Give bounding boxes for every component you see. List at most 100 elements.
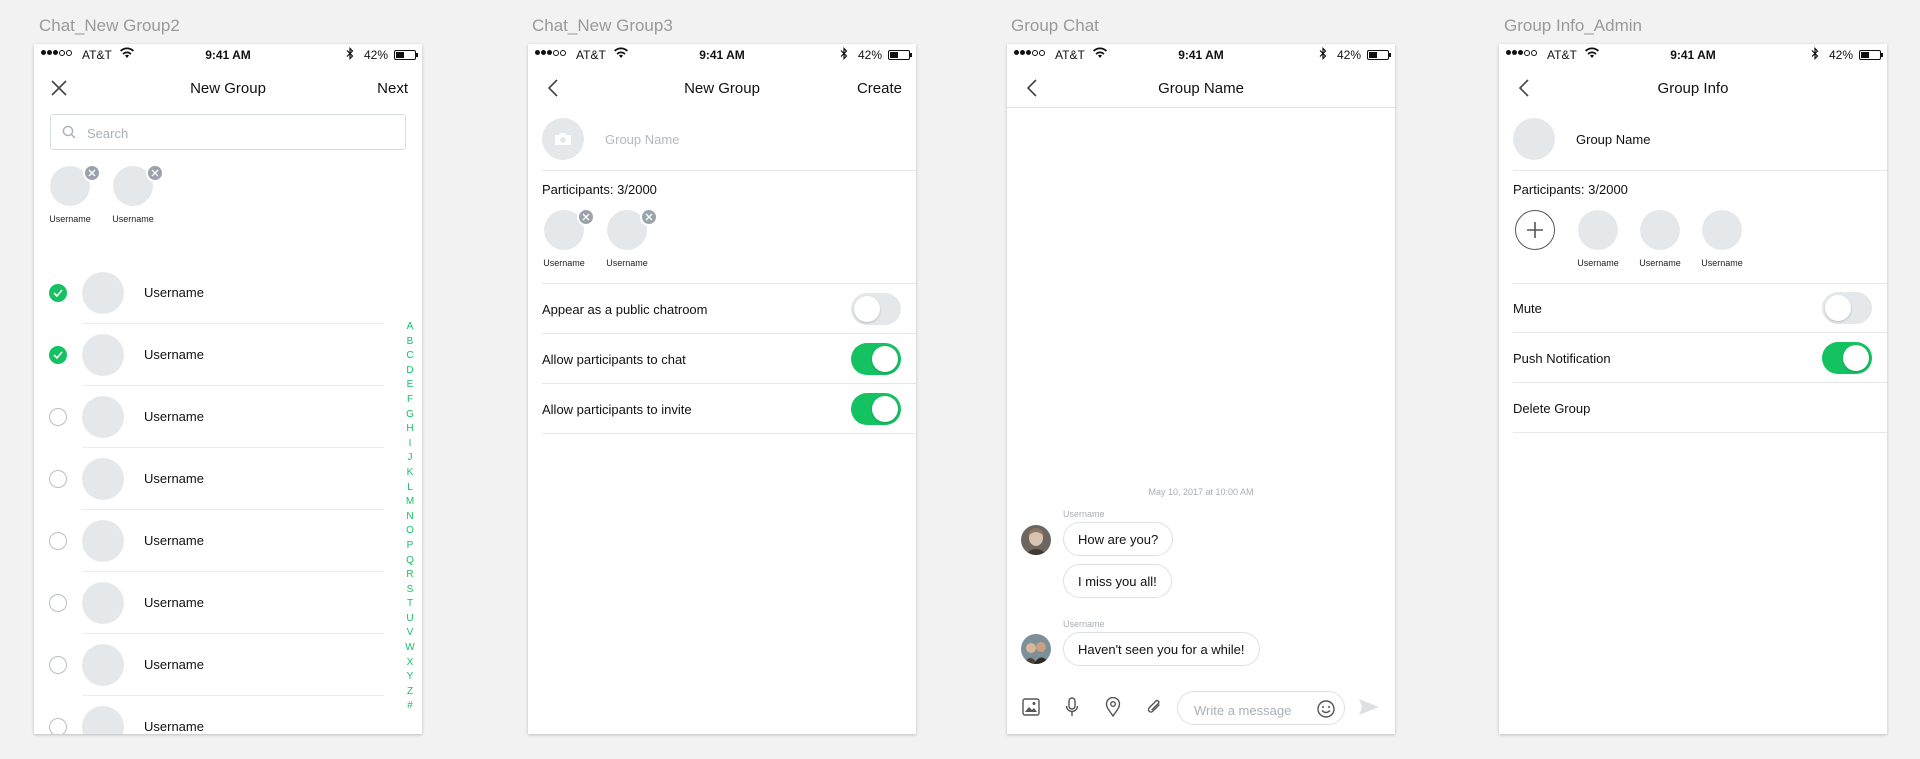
page-title: Group Name xyxy=(1158,80,1244,97)
index-letter[interactable]: Z xyxy=(404,685,416,700)
attachment-icon xyxy=(1147,699,1160,713)
next-button[interactable]: Next xyxy=(377,80,408,97)
index-letter[interactable]: P xyxy=(404,539,416,554)
bluetooth-icon xyxy=(840,47,848,60)
remove-participant-button[interactable] xyxy=(577,208,595,226)
sender-name: Username xyxy=(1063,619,1105,629)
alphabet-index[interactable]: A B C D E F G H I J K L M N O P Q R S T U V W X Y Z # xyxy=(404,320,416,714)
index-letter[interactable]: T xyxy=(404,597,416,612)
contact-name: Username xyxy=(144,471,204,486)
send-icon xyxy=(1359,699,1379,715)
sender-name: Username xyxy=(1063,509,1105,519)
index-letter[interactable]: U xyxy=(404,612,416,627)
checkmark-icon xyxy=(53,351,63,359)
index-letter[interactable]: C xyxy=(404,349,416,364)
index-letter[interactable]: H xyxy=(404,422,416,437)
index-letter[interactable]: O xyxy=(404,524,416,539)
index-letter[interactable]: I xyxy=(404,437,416,452)
add-participant-button[interactable] xyxy=(1515,210,1555,250)
index-letter[interactable]: D xyxy=(404,364,416,379)
contact-row[interactable]: Username xyxy=(34,386,404,448)
index-letter[interactable]: S xyxy=(404,583,416,598)
avatar xyxy=(82,458,124,500)
group-name-field[interactable]: Group Name xyxy=(605,132,679,147)
camera-icon xyxy=(555,133,571,145)
checked-icon[interactable] xyxy=(49,346,67,364)
group-photo-button[interactable] xyxy=(542,118,584,160)
contact-name: Username xyxy=(144,595,204,610)
unchecked-icon[interactable] xyxy=(49,656,67,674)
index-letter[interactable]: X xyxy=(404,656,416,671)
contact-row[interactable]: Username xyxy=(34,262,404,324)
index-letter[interactable]: W xyxy=(404,641,416,656)
emoji-button[interactable] xyxy=(1316,699,1336,719)
avatar xyxy=(82,644,124,686)
image-button[interactable] xyxy=(1020,696,1042,718)
index-letter[interactable]: E xyxy=(404,378,416,393)
battery-icon xyxy=(1859,50,1883,60)
divider xyxy=(1513,283,1887,284)
index-letter[interactable]: N xyxy=(404,510,416,525)
search-field[interactable] xyxy=(50,114,406,150)
index-letter[interactable]: K xyxy=(404,466,416,481)
index-letter[interactable]: B xyxy=(404,335,416,350)
setting-toggle[interactable] xyxy=(851,343,901,375)
search-input[interactable] xyxy=(85,121,389,145)
screen-group-info: AT&T 9:41 AM 42% Group Info Group Name P… xyxy=(1499,44,1887,734)
index-letter[interactable]: Q xyxy=(404,554,416,569)
index-letter[interactable]: J xyxy=(404,451,416,466)
index-letter[interactable]: V xyxy=(404,626,416,641)
index-letter[interactable]: # xyxy=(404,699,416,714)
contact-row[interactable]: Username xyxy=(34,634,404,696)
close-icon xyxy=(645,213,653,221)
unchecked-icon[interactable] xyxy=(49,470,67,488)
remove-selected-button[interactable] xyxy=(83,164,101,182)
microphone-icon xyxy=(1065,697,1079,716)
contact-row[interactable]: Username xyxy=(34,448,404,510)
nav-bar: New Group Next xyxy=(34,66,422,108)
participant-avatar[interactable] xyxy=(1578,210,1618,250)
setting-toggle[interactable] xyxy=(851,393,901,425)
remove-selected-button[interactable] xyxy=(146,164,164,182)
checkmark-icon xyxy=(53,289,63,297)
index-letter[interactable]: R xyxy=(404,568,416,583)
location-button[interactable] xyxy=(1102,696,1124,718)
artboard-label-screen3: Group Chat xyxy=(1011,16,1099,35)
status-bar: AT&T 9:41 AM 42% xyxy=(1499,44,1887,66)
index-letter[interactable]: M xyxy=(404,495,416,510)
participant-avatar[interactable] xyxy=(1702,210,1742,250)
group-avatar[interactable] xyxy=(1513,118,1555,160)
setting-toggle[interactable] xyxy=(1822,342,1872,374)
avatar[interactable] xyxy=(1021,634,1051,664)
contact-row[interactable]: Username xyxy=(34,572,404,634)
voice-button[interactable] xyxy=(1061,696,1083,718)
contact-row[interactable]: Username xyxy=(34,510,404,572)
index-letter[interactable]: F xyxy=(404,393,416,408)
checked-icon[interactable] xyxy=(49,284,67,302)
group-name[interactable]: Group Name xyxy=(1576,132,1650,147)
unchecked-icon[interactable] xyxy=(49,408,67,426)
search-icon xyxy=(62,125,76,139)
index-letter[interactable]: G xyxy=(404,408,416,423)
bluetooth-icon xyxy=(1319,47,1327,60)
index-letter[interactable]: L xyxy=(404,481,416,496)
setting-toggle[interactable] xyxy=(851,293,901,325)
attach-button[interactable] xyxy=(1143,696,1165,718)
setting-toggle[interactable] xyxy=(1822,292,1872,324)
index-letter[interactable]: A xyxy=(404,320,416,335)
divider xyxy=(542,283,916,284)
avatar[interactable] xyxy=(1021,525,1051,555)
message-field[interactable] xyxy=(1177,691,1345,725)
delete-group-button[interactable]: Delete Group xyxy=(1513,401,1590,416)
remove-participant-button[interactable] xyxy=(640,208,658,226)
send-button[interactable] xyxy=(1357,696,1381,718)
index-letter[interactable]: Y xyxy=(404,670,416,685)
create-button[interactable]: Create xyxy=(857,80,902,97)
contact-row[interactable]: Username xyxy=(34,696,404,734)
contact-row[interactable]: Username xyxy=(34,324,404,386)
unchecked-icon[interactable] xyxy=(49,532,67,550)
unchecked-icon[interactable] xyxy=(49,718,67,734)
participant-avatar[interactable] xyxy=(1640,210,1680,250)
message-input[interactable] xyxy=(1192,700,1314,720)
unchecked-icon[interactable] xyxy=(49,594,67,612)
